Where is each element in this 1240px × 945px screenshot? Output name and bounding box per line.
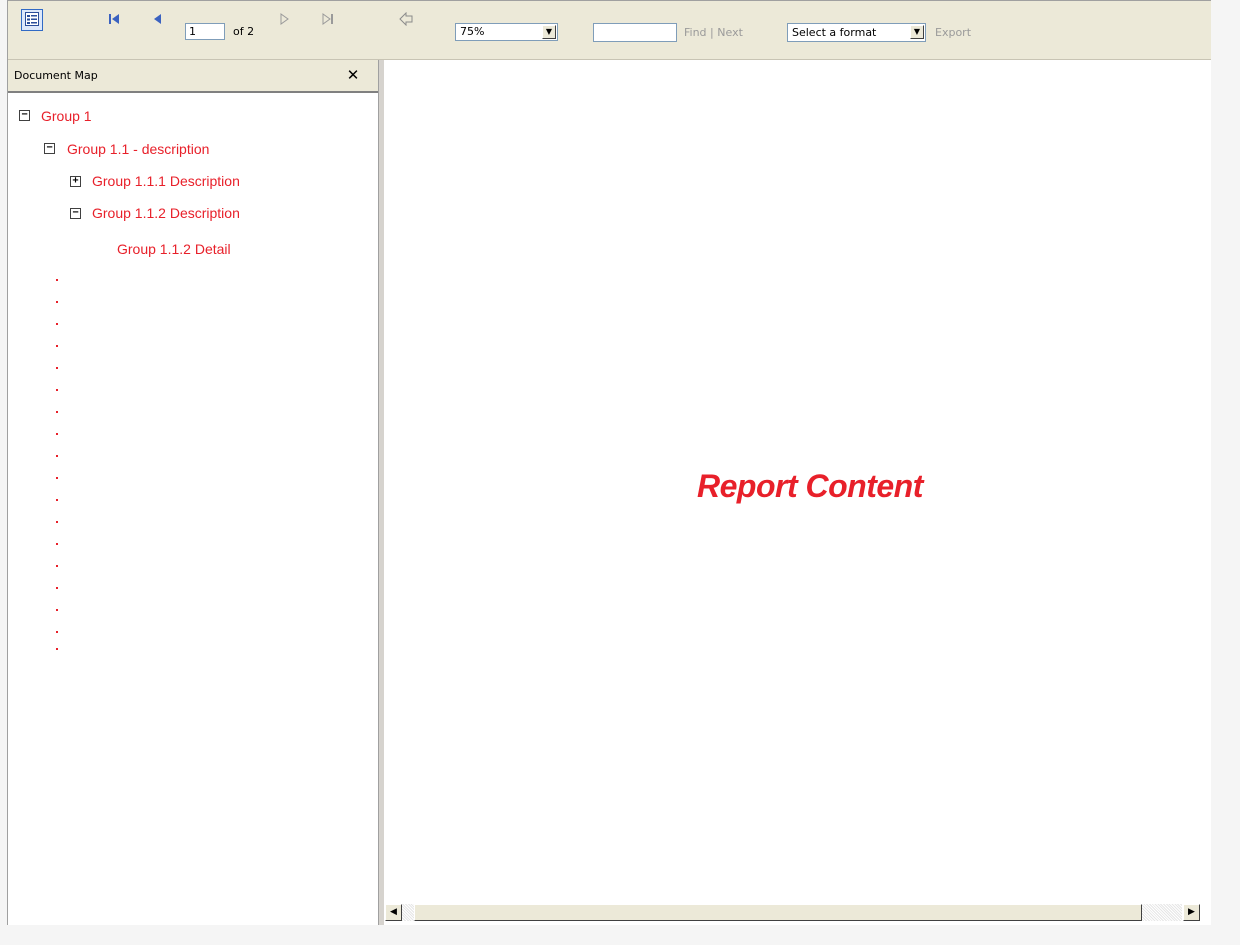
tree-node-group-1-1-1[interactable]: Group 1.1.1 Description (92, 172, 240, 190)
next-page-button[interactable] (274, 11, 294, 31)
close-icon[interactable]: ✕ (343, 65, 363, 85)
find-link[interactable]: Find (684, 26, 707, 39)
report-content-title: Report Content (697, 468, 923, 504)
horizontal-scrollbar[interactable]: ◀ ▶ (384, 895, 1211, 925)
document-map-title: Document Map (14, 69, 98, 82)
previous-page-icon (151, 12, 165, 30)
zoom-value: 75% (460, 25, 485, 38)
tree-node-group-1-1-2[interactable]: Group 1.1.2 Description (92, 204, 240, 222)
document-map-toggle-button[interactable] (21, 9, 43, 31)
find-next-link[interactable]: Next (717, 26, 743, 39)
first-page-button[interactable] (104, 11, 124, 31)
last-page-icon (321, 12, 335, 30)
export-format-select[interactable]: Select a format ▼ (787, 23, 926, 42)
find-separator: | (710, 26, 714, 39)
find-text-input[interactable] (593, 23, 677, 42)
page-count-label: of 2 (233, 25, 255, 38)
document-map-panel: Document Map ✕ − Group 1 − Group 1.1 - d… (8, 60, 380, 925)
find-controls: Find | Next (684, 23, 743, 42)
scrollbar-thumb[interactable] (414, 904, 1142, 921)
collapse-toggle-icon[interactable]: − (70, 208, 81, 219)
chevron-down-icon[interactable]: ▼ (542, 25, 556, 39)
toolbar: of 2 75% ▼ Find | Next Select a format ▼… (8, 1, 1211, 60)
first-page-icon (107, 12, 121, 30)
scroll-left-icon[interactable]: ◀ (385, 904, 402, 921)
document-map-header: Document Map ✕ (8, 60, 380, 93)
next-page-icon (277, 12, 291, 30)
current-page-input[interactable] (185, 23, 225, 40)
tree-node-group-1[interactable]: Group 1 (41, 107, 92, 125)
previous-page-button[interactable] (148, 11, 168, 31)
report-content-area: Report Content (384, 60, 1211, 895)
collapse-toggle-icon[interactable]: − (44, 143, 55, 154)
tree-node-group-1-1[interactable]: Group 1.1 - description (67, 140, 209, 158)
zoom-select[interactable]: 75% ▼ (455, 23, 558, 41)
document-map-icon (25, 11, 39, 30)
expand-toggle-icon[interactable]: + (70, 176, 81, 187)
last-page-button[interactable] (318, 11, 338, 31)
right-margin (1211, 0, 1240, 945)
export-format-value: Select a format (792, 26, 877, 39)
chevron-down-icon[interactable]: ▼ (910, 25, 924, 39)
bottom-margin (0, 925, 1240, 945)
collapse-toggle-icon[interactable]: − (19, 110, 30, 121)
tree-node-group-1-1-2-detail[interactable]: Group 1.1.2 Detail (117, 240, 231, 258)
back-to-parent-button[interactable] (396, 11, 416, 31)
back-arrow-icon (399, 11, 413, 30)
export-link[interactable]: Export (935, 23, 971, 42)
scroll-right-icon[interactable]: ▶ (1183, 904, 1200, 921)
